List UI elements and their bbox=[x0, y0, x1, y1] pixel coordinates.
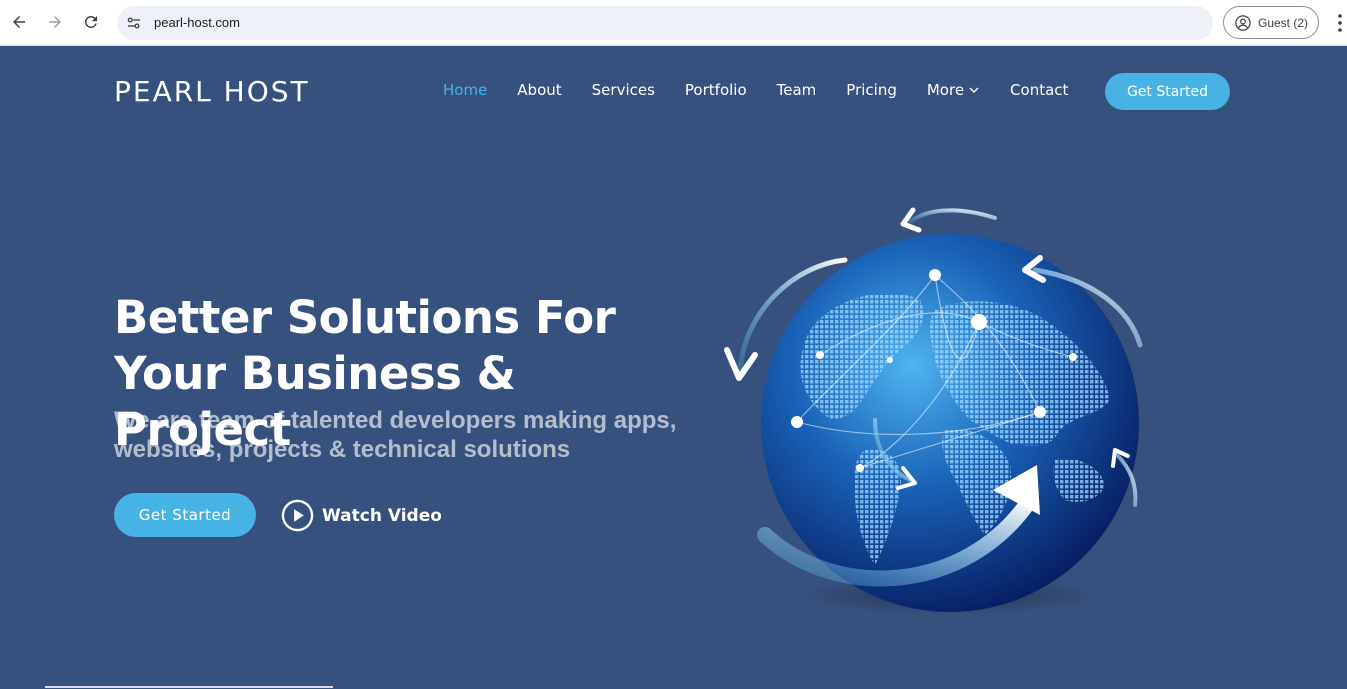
profile-label: Guest (2) bbox=[1258, 15, 1309, 30]
profile-button[interactable]: Guest (2) bbox=[1223, 6, 1319, 39]
watch-video-label: Watch Video bbox=[322, 505, 442, 526]
nav-home-label: Home bbox=[443, 81, 488, 99]
nav-services-label: Services bbox=[591, 81, 655, 99]
browser-toolbar: pearl-host.com Guest (2) bbox=[0, 0, 1347, 46]
address-bar[interactable]: pearl-host.com bbox=[117, 6, 1213, 40]
watch-video-button[interactable]: Watch Video bbox=[281, 499, 442, 532]
nav-pricing[interactable]: Pricing bbox=[846, 81, 897, 99]
chevron-down-icon bbox=[969, 87, 979, 93]
site-settings-icon[interactable] bbox=[125, 14, 143, 32]
url-text[interactable]: pearl-host.com bbox=[154, 15, 240, 30]
reload-button[interactable] bbox=[78, 9, 104, 35]
nav-portfolio[interactable]: Portfolio bbox=[685, 81, 747, 99]
forward-button[interactable] bbox=[42, 9, 68, 35]
globe-network-illustration bbox=[724, 207, 1143, 615]
back-button[interactable] bbox=[6, 9, 32, 35]
more-vertical-icon[interactable] bbox=[1331, 13, 1347, 33]
section-divider bbox=[45, 686, 333, 688]
nav-more-dropdown[interactable]: More bbox=[927, 81, 980, 99]
account-circle-icon bbox=[1235, 14, 1251, 31]
hero-subtitle: We are team of talented developers makin… bbox=[114, 406, 694, 464]
nav-contact-label: Contact bbox=[1010, 81, 1069, 99]
main-navigation: Home About Services Portfolio Team Prici… bbox=[443, 81, 1098, 99]
hero-subtitle-line1: We are team of talented developers makin… bbox=[114, 407, 677, 434]
hero-get-started-button[interactable]: Get Started bbox=[114, 493, 256, 537]
nav-more-label: More bbox=[926, 81, 965, 99]
nav-services[interactable]: Services bbox=[592, 81, 655, 99]
nav-pricing-label: Pricing bbox=[846, 81, 897, 99]
nav-team-label: Team bbox=[776, 81, 817, 99]
nav-contact[interactable]: Contact bbox=[1010, 81, 1068, 99]
nav-about-label: About bbox=[517, 81, 562, 99]
reload-icon bbox=[84, 15, 97, 28]
hero-globe-illustration bbox=[715, 200, 1155, 620]
hero-title-line1: Better Solutions For bbox=[114, 291, 616, 344]
nav-team[interactable]: Team bbox=[777, 81, 817, 99]
nav-about[interactable]: About bbox=[517, 81, 561, 99]
hero-subtitle-line2: websites, projects & technical solutions bbox=[114, 436, 571, 463]
arrow-right-icon bbox=[49, 16, 61, 28]
nav-home[interactable]: Home bbox=[443, 81, 487, 99]
arrow-left-icon bbox=[13, 16, 25, 28]
nav-portfolio-label: Portfolio bbox=[684, 81, 747, 99]
header-get-started-button[interactable]: Get Started bbox=[1105, 73, 1230, 110]
site-logo[interactable]: PEARL HOST bbox=[114, 75, 310, 108]
play-circle-icon bbox=[281, 499, 314, 532]
